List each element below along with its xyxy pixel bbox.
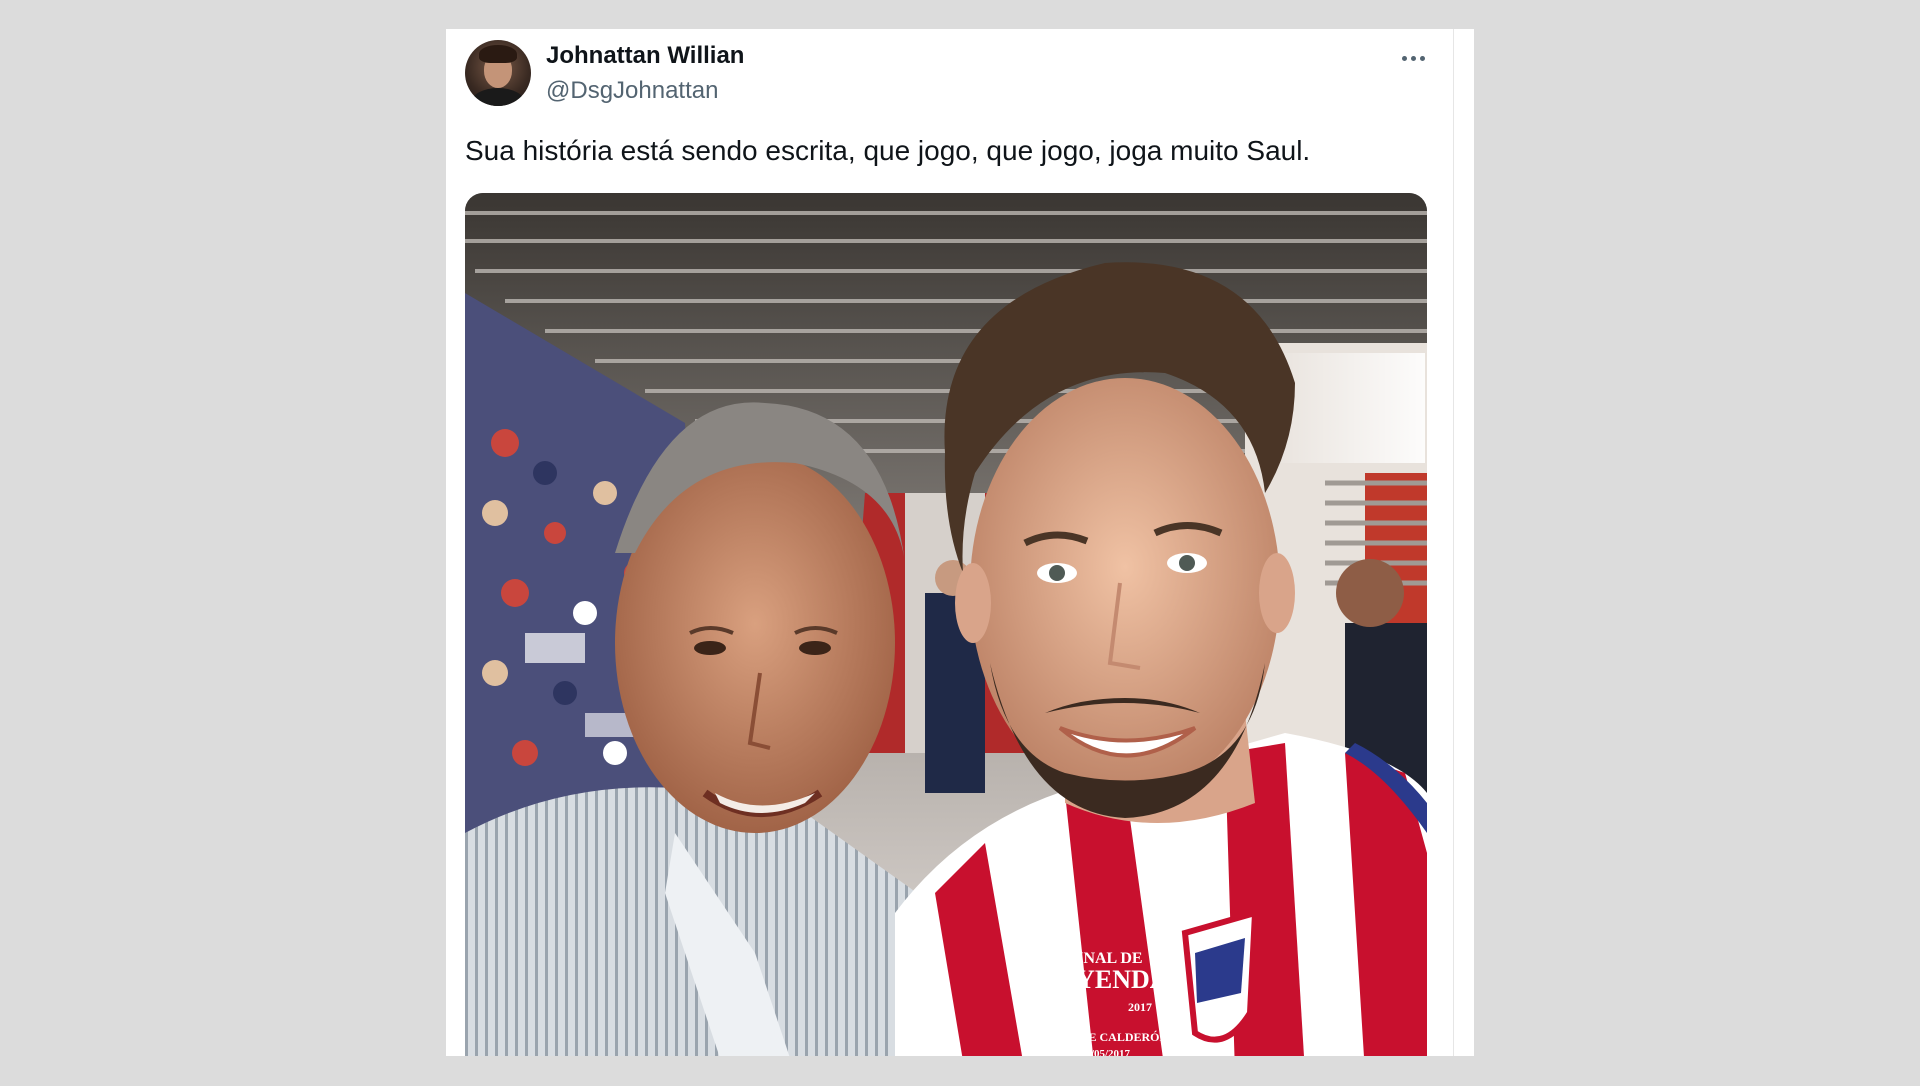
avatar-body bbox=[471, 88, 525, 106]
author-avatar[interactable] bbox=[465, 40, 531, 106]
jersey-text-3: 1966 bbox=[1058, 1000, 1082, 1014]
jersey-text-6: 28/05/2017 bbox=[1080, 1048, 1131, 1056]
more-dot bbox=[1419, 55, 1425, 61]
author-handle[interactable]: @DsgJohnattan bbox=[546, 77, 718, 105]
more-options-icon[interactable] bbox=[1393, 45, 1433, 71]
tweet-card[interactable]: Johnattan Willian @DsgJohnattan Sua hist… bbox=[446, 29, 1474, 1056]
author-display-name[interactable]: Johnattan Willian bbox=[546, 42, 744, 70]
jersey-text-4: 2017 bbox=[1128, 1000, 1152, 1014]
jersey-text-5: VICENTE CALDERÓN bbox=[1042, 1030, 1169, 1044]
more-dot bbox=[1410, 55, 1416, 61]
tweet-text: Sua história está sendo escrita, que jog… bbox=[465, 135, 1311, 166]
photo-illustration: FINAL DE LEYENDA 1966 2017 VICENTE CALDE… bbox=[465, 193, 1427, 1056]
tweet-photo[interactable]: FINAL DE LEYENDA 1966 2017 VICENTE CALDE… bbox=[465, 193, 1427, 1056]
avatar-hair bbox=[479, 45, 517, 63]
divider bbox=[1453, 29, 1454, 1056]
jersey-text-2: LEYENDA bbox=[1041, 965, 1168, 994]
more-dot bbox=[1401, 55, 1407, 61]
